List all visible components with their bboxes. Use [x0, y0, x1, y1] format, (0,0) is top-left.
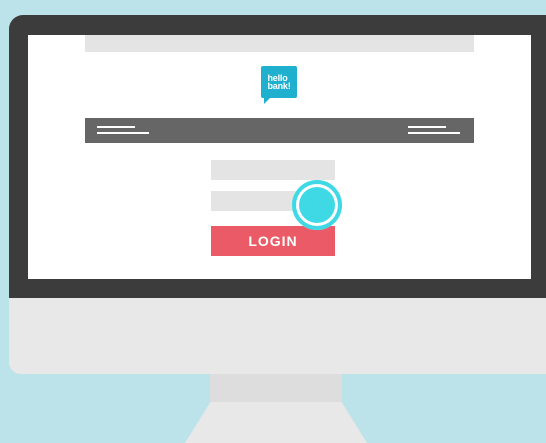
- logo-text: hello bank!: [267, 74, 291, 91]
- hello-bank-logo[interactable]: hello bank!: [261, 66, 297, 104]
- monitor-stand-neck: [210, 374, 342, 402]
- menu-line: [97, 132, 149, 134]
- menu-line: [408, 126, 446, 128]
- menu-line: [97, 126, 135, 128]
- menu-lines-icon[interactable]: [408, 126, 460, 138]
- navigation-bar: [85, 118, 474, 143]
- monitor-stand-base: [185, 402, 367, 443]
- monitor-screen: hello bank! LOGIN: [28, 35, 531, 279]
- login-button[interactable]: LOGIN: [211, 226, 335, 256]
- menu-lines-icon[interactable]: [97, 126, 149, 138]
- menu-line: [408, 132, 460, 134]
- monitor-chin: [9, 298, 546, 374]
- username-field[interactable]: [211, 160, 335, 180]
- logo-line-2: bank!: [267, 81, 291, 91]
- tap-indicator-icon: [292, 180, 342, 230]
- address-bar: [85, 35, 474, 52]
